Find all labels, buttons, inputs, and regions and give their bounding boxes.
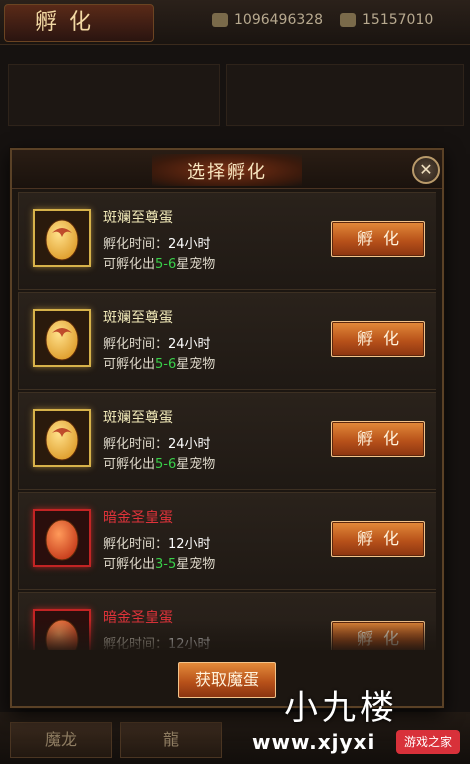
hatch-yield: 可孵化出5-6星宠物 xyxy=(103,353,215,372)
hatch-time: 孵化时间：24小时 xyxy=(103,233,211,252)
hatch-time: 孵化时间：12小时 xyxy=(103,533,211,552)
yield-prefix: 可孵化出 xyxy=(103,357,156,372)
yield-suffix: 星宠物 xyxy=(176,457,216,472)
bottom-tab-2[interactable]: 龍 xyxy=(120,722,222,758)
yield-suffix: 星宠物 xyxy=(176,257,216,272)
watermark-brand: 小九楼 xyxy=(284,688,398,728)
hatch-time-value: 24小时 xyxy=(168,237,211,252)
yield-prefix: 可孵化出 xyxy=(103,257,156,272)
egg-thumbnail xyxy=(33,409,91,467)
hatch-time-label: 孵化时间： xyxy=(103,237,169,252)
star-range: 5-6 xyxy=(155,457,177,472)
yield-prefix: 可孵化出 xyxy=(103,457,156,472)
hatch-time-value: 24小时 xyxy=(168,337,211,352)
hatch-yield: 可孵化出5-6星宠物 xyxy=(103,253,215,272)
hatch-time-label: 孵化时间： xyxy=(103,337,169,352)
yield-prefix: 可孵化出 xyxy=(103,557,156,572)
egg-row: 斑斓至尊蛋 孵化时间：24小时 可孵化出5-6星宠物 孵化 xyxy=(18,392,436,490)
resource-gold: 1096496328 xyxy=(212,12,323,28)
bottom-tab-dragon[interactable]: 魔龙 xyxy=(10,722,112,758)
background-panel xyxy=(226,64,464,126)
hatch-yield: 可孵化出5-6星宠物 xyxy=(103,453,215,472)
egg-list[interactable]: 斑斓至尊蛋 孵化时间：24小时 可孵化出5-6星宠物 孵化 斑斓至尊蛋 孵化时间：24小时… xyxy=(18,192,436,650)
close-icon: ✕ xyxy=(419,160,433,179)
top-bar: 孵化 1096496328 15157010 xyxy=(0,0,470,45)
list-fade xyxy=(12,620,442,654)
hatch-button[interactable]: 孵化 xyxy=(331,321,425,357)
gem-amount: 15157010 xyxy=(362,12,434,28)
get-egg-button[interactable]: 获取魔蛋 xyxy=(178,662,276,698)
hatch-time-label: 孵化时间： xyxy=(103,437,169,452)
egg-icon xyxy=(45,319,79,361)
hatch-time: 孵化时间：24小时 xyxy=(103,433,211,452)
hatch-time-value: 12小时 xyxy=(168,537,211,552)
egg-thumbnail xyxy=(33,209,91,267)
select-hatch-dialog: 选择孵化 ✕ 斑斓至尊蛋 孵化时间：24小时 可孵化出5-6星宠物 孵化 斑斓至尊蛋 孵化… xyxy=(10,148,444,708)
gold-icon xyxy=(212,13,228,27)
hatch-button[interactable]: 孵化 xyxy=(331,521,425,557)
egg-icon xyxy=(45,519,79,561)
egg-row: 斑斓至尊蛋 孵化时间：24小时 可孵化出5-6星宠物 孵化 xyxy=(18,292,436,390)
yield-suffix: 星宠物 xyxy=(176,357,216,372)
egg-name: 斑斓至尊蛋 xyxy=(103,210,173,226)
watermark-badge: 游戏之家 xyxy=(396,730,460,754)
hatch-button[interactable]: 孵化 xyxy=(331,421,425,457)
close-button[interactable]: ✕ xyxy=(412,156,440,184)
egg-icon xyxy=(45,219,79,261)
resource-gem: 15157010 xyxy=(340,12,433,28)
background-panel xyxy=(8,64,220,126)
gem-icon xyxy=(340,13,356,27)
egg-name: 斑斓至尊蛋 xyxy=(103,410,173,426)
hatch-yield: 可孵化出3-5星宠物 xyxy=(103,553,215,572)
dialog-header: 选择孵化 ✕ xyxy=(12,150,442,189)
hatch-time-label: 孵化时间： xyxy=(103,537,169,552)
hatch-tab[interactable]: 孵化 xyxy=(4,4,154,42)
star-range: 5-6 xyxy=(155,257,177,272)
watermark-url: www.xjyxi xyxy=(252,730,376,754)
hatch-button[interactable]: 孵化 xyxy=(331,221,425,257)
hatch-time: 孵化时间：24小时 xyxy=(103,333,211,352)
egg-icon xyxy=(45,419,79,461)
yield-suffix: 星宠物 xyxy=(176,557,216,572)
egg-thumbnail xyxy=(33,509,91,567)
star-range: 5-6 xyxy=(155,357,177,372)
egg-name: 暗金圣皇蛋 xyxy=(103,510,173,526)
star-range: 3-5 xyxy=(155,557,177,572)
egg-row: 斑斓至尊蛋 孵化时间：24小时 可孵化出5-6星宠物 孵化 xyxy=(18,192,436,290)
egg-name: 斑斓至尊蛋 xyxy=(103,310,173,326)
egg-row: 暗金圣皇蛋孵化时间：12小时可孵化出3-5星宠物孵化 xyxy=(18,492,436,590)
egg-thumbnail xyxy=(33,309,91,367)
dialog-title: 选择孵化 xyxy=(187,162,267,183)
hatch-time-value: 24小时 xyxy=(168,437,211,452)
gold-amount: 1096496328 xyxy=(234,12,324,28)
